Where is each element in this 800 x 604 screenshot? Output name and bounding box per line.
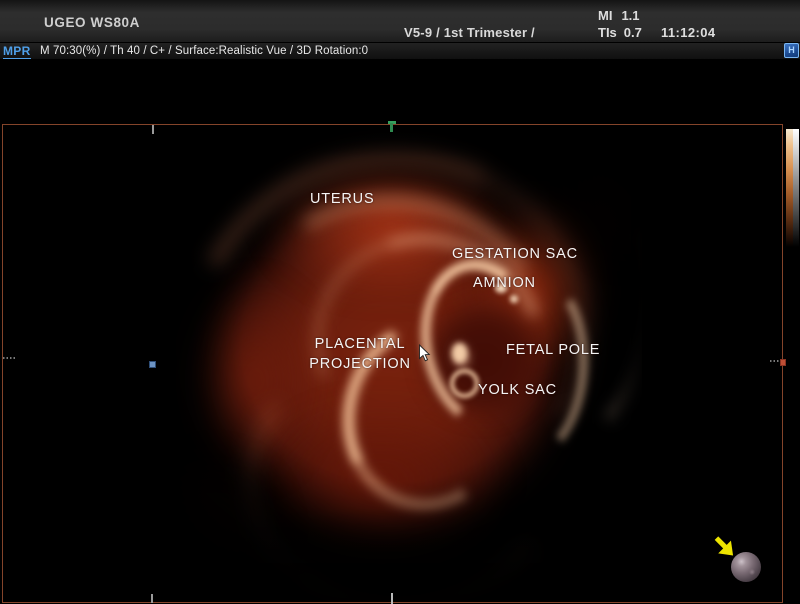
annotation-placental-line1: PLACENTAL <box>300 334 420 354</box>
annotation-amnion: AMNION <box>473 275 536 291</box>
mi-label: MI <box>598 8 612 23</box>
ti-label: TIs <box>598 25 617 40</box>
annotation-placental-line2: PROJECTION <box>300 354 420 374</box>
annotation-yolk-sac: YOLK SAC <box>478 382 557 398</box>
colormap-bar <box>786 129 799 247</box>
top-edge-tick <box>152 125 154 134</box>
annotation-gestation-sac: GESTATION SAC <box>452 246 578 262</box>
annotation-placental-projection: PLACENTAL PROJECTION <box>300 334 420 374</box>
machine-name: UGEO WS80A <box>44 15 140 30</box>
arrow-cursor-icon <box>418 344 431 363</box>
bottom-center-tick <box>391 593 393 604</box>
probe-preset: V5-9 / 1st Trimester / <box>404 25 535 40</box>
probe-orientation-marker-stem <box>390 123 393 132</box>
window-icon[interactable]: H <box>784 43 799 58</box>
ultrasound-screen: { "header": { "machine_name": "UGEO WS80… <box>0 0 800 600</box>
roi-left-handle[interactable] <box>149 361 156 368</box>
mi-value: 1.1 <box>621 8 639 23</box>
annotation-uterus: UTERUS <box>310 191 374 207</box>
status-bar: MPR M 70:30(%) / Th 40 / C+ / Surface:Re… <box>0 43 800 59</box>
annotation-fetal-pole: FETAL POLE <box>506 342 600 358</box>
render-settings-text: M 70:30(%) / Th 40 / C+ / Surface:Realis… <box>40 45 368 57</box>
bottom-edge-tick <box>151 594 153 603</box>
mode-label-mpr[interactable]: MPR <box>3 44 31 59</box>
roi-right-handle[interactable] <box>780 359 786 366</box>
header-bar: UGEO WS80A V5-9 / 1st Trimester / MI 1.1… <box>0 0 800 42</box>
clock: 11:12:04 <box>661 25 716 40</box>
tint-gradient-bar <box>786 129 793 247</box>
right-center-dotted-marker <box>770 360 780 362</box>
left-center-dotted-marker <box>3 357 15 359</box>
thermal-index: TIs 0.7 <box>598 25 642 40</box>
ti-value: 0.7 <box>624 25 642 40</box>
mechanical-index: MI 1.1 <box>598 8 640 23</box>
gray-gradient-bar <box>793 129 799 247</box>
imaging-viewport: UTERUS GESTATION SAC AMNION PLACENTAL PR… <box>0 59 800 600</box>
